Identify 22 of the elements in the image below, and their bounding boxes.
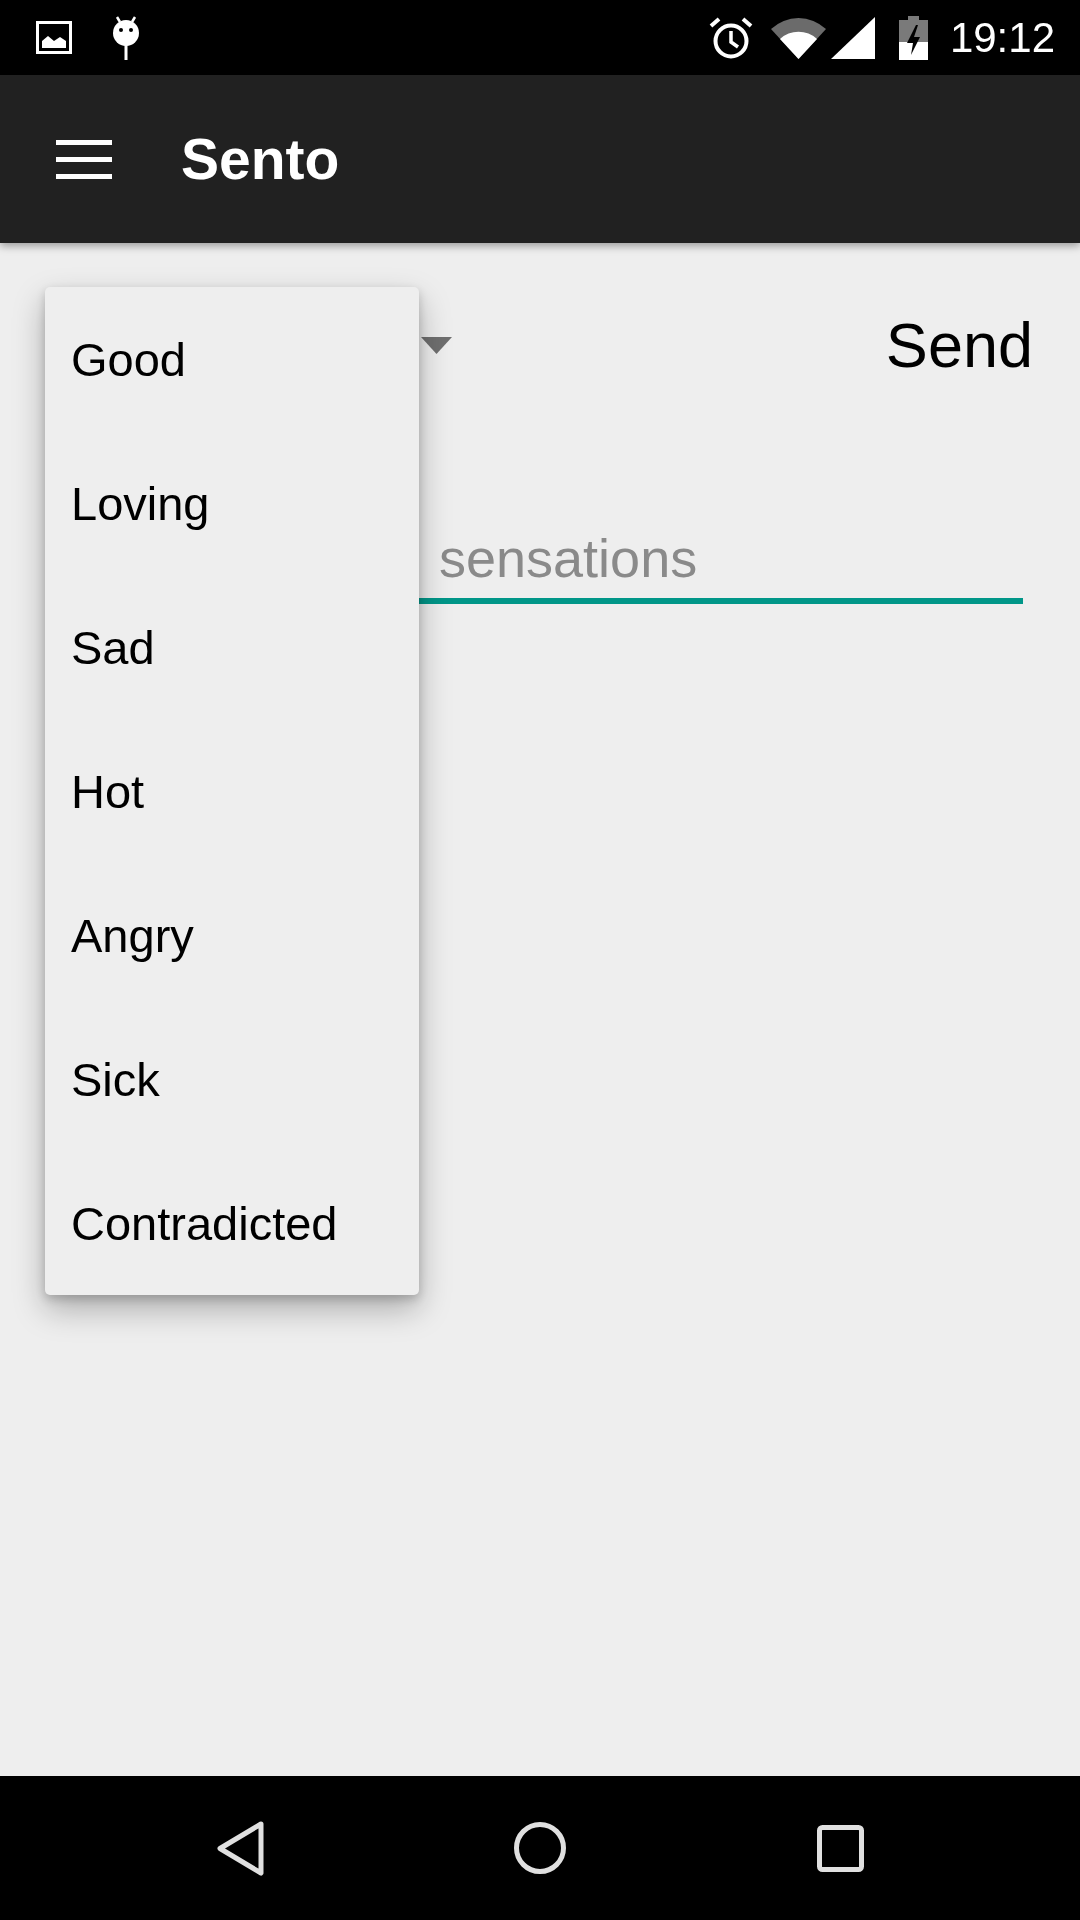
- dropdown-item[interactable]: Sad: [45, 575, 419, 719]
- alarm-clock-icon: [708, 15, 753, 60]
- dropdown-item[interactable]: Loving: [45, 431, 419, 575]
- menu-icon[interactable]: [56, 139, 112, 179]
- recents-icon[interactable]: [816, 1824, 864, 1872]
- message-field[interactable]: sensations: [419, 508, 1023, 604]
- dropdown-item[interactable]: Contradicted: [45, 1151, 419, 1295]
- image-icon: [36, 21, 72, 54]
- status-time: 19:12: [949, 16, 1055, 59]
- back-icon[interactable]: [216, 1820, 264, 1876]
- dropdown-arrow-icon[interactable]: [421, 336, 452, 354]
- send-button[interactable]: Send: [885, 303, 1033, 387]
- home-icon[interactable]: [514, 1822, 566, 1874]
- dropdown-item[interactable]: Good: [45, 287, 419, 431]
- dropdown-item[interactable]: Hot: [45, 719, 419, 863]
- robot-icon: [110, 15, 142, 60]
- battery-icon: [898, 15, 928, 60]
- dropdown-item[interactable]: Angry: [45, 863, 419, 1007]
- signal-icon: [830, 16, 875, 59]
- wifi-icon: [770, 16, 826, 59]
- dropdown-item[interactable]: Sick: [45, 1007, 419, 1151]
- app-title: Sento: [181, 130, 340, 188]
